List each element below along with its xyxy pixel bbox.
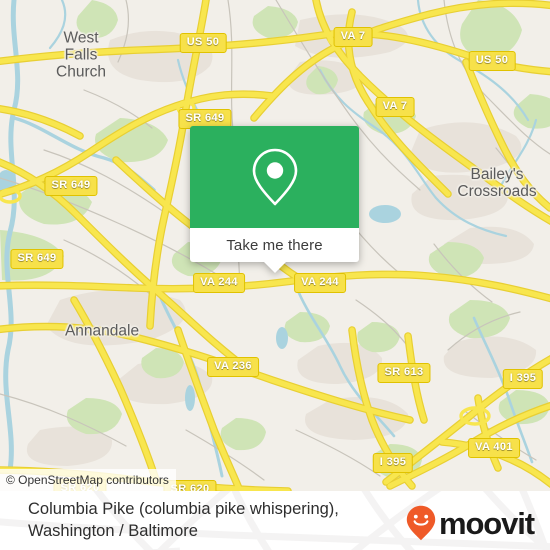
map-place-label: Annandale: [64, 322, 140, 340]
map-viewport[interactable]: West Falls Church Bailey's Crossroads An…: [0, 0, 550, 491]
highway-shield: VA 7: [333, 27, 373, 47]
take-me-there-label: Take me there: [226, 236, 323, 254]
highway-shield: I 395: [502, 369, 544, 389]
moovit-logo: moovit: [406, 505, 535, 541]
map-marker-popup[interactable]: Take me there: [190, 126, 359, 273]
map-attribution[interactable]: © OpenStreetMap contributors: [0, 469, 176, 491]
place-title: Columbia Pike (columbia pike whispering)…: [28, 500, 339, 540]
highway-shield: SR 649: [44, 176, 98, 196]
moovit-smiley-pin-icon: [406, 505, 436, 541]
map-place-label: West Falls Church: [56, 29, 106, 81]
take-me-there-button[interactable]: Take me there: [190, 228, 359, 273]
popup-pointer-tail: [263, 262, 286, 273]
popup-header: [190, 126, 359, 228]
highway-shield: VA 401: [468, 438, 520, 458]
highway-shield: VA 244: [294, 273, 346, 293]
highway-shield: SR 649: [10, 249, 64, 269]
highway-shield: SR 613: [377, 363, 431, 383]
highway-shield: VA 7: [375, 97, 415, 117]
moovit-wordmark: moovit: [438, 505, 535, 541]
highway-shield: US 50: [468, 51, 516, 71]
highway-shield: VA 236: [207, 357, 259, 377]
map-place-label: Bailey's Crossroads: [457, 166, 537, 200]
map-screenshot: West Falls Church Bailey's Crossroads An…: [0, 0, 550, 550]
location-pin-icon: [252, 148, 297, 206]
footer-bar: Columbia Pike (columbia pike whispering)…: [0, 491, 550, 550]
highway-shield: VA 244: [193, 273, 245, 293]
highway-shield: I 395: [372, 453, 414, 473]
highway-shield: US 50: [179, 33, 227, 53]
